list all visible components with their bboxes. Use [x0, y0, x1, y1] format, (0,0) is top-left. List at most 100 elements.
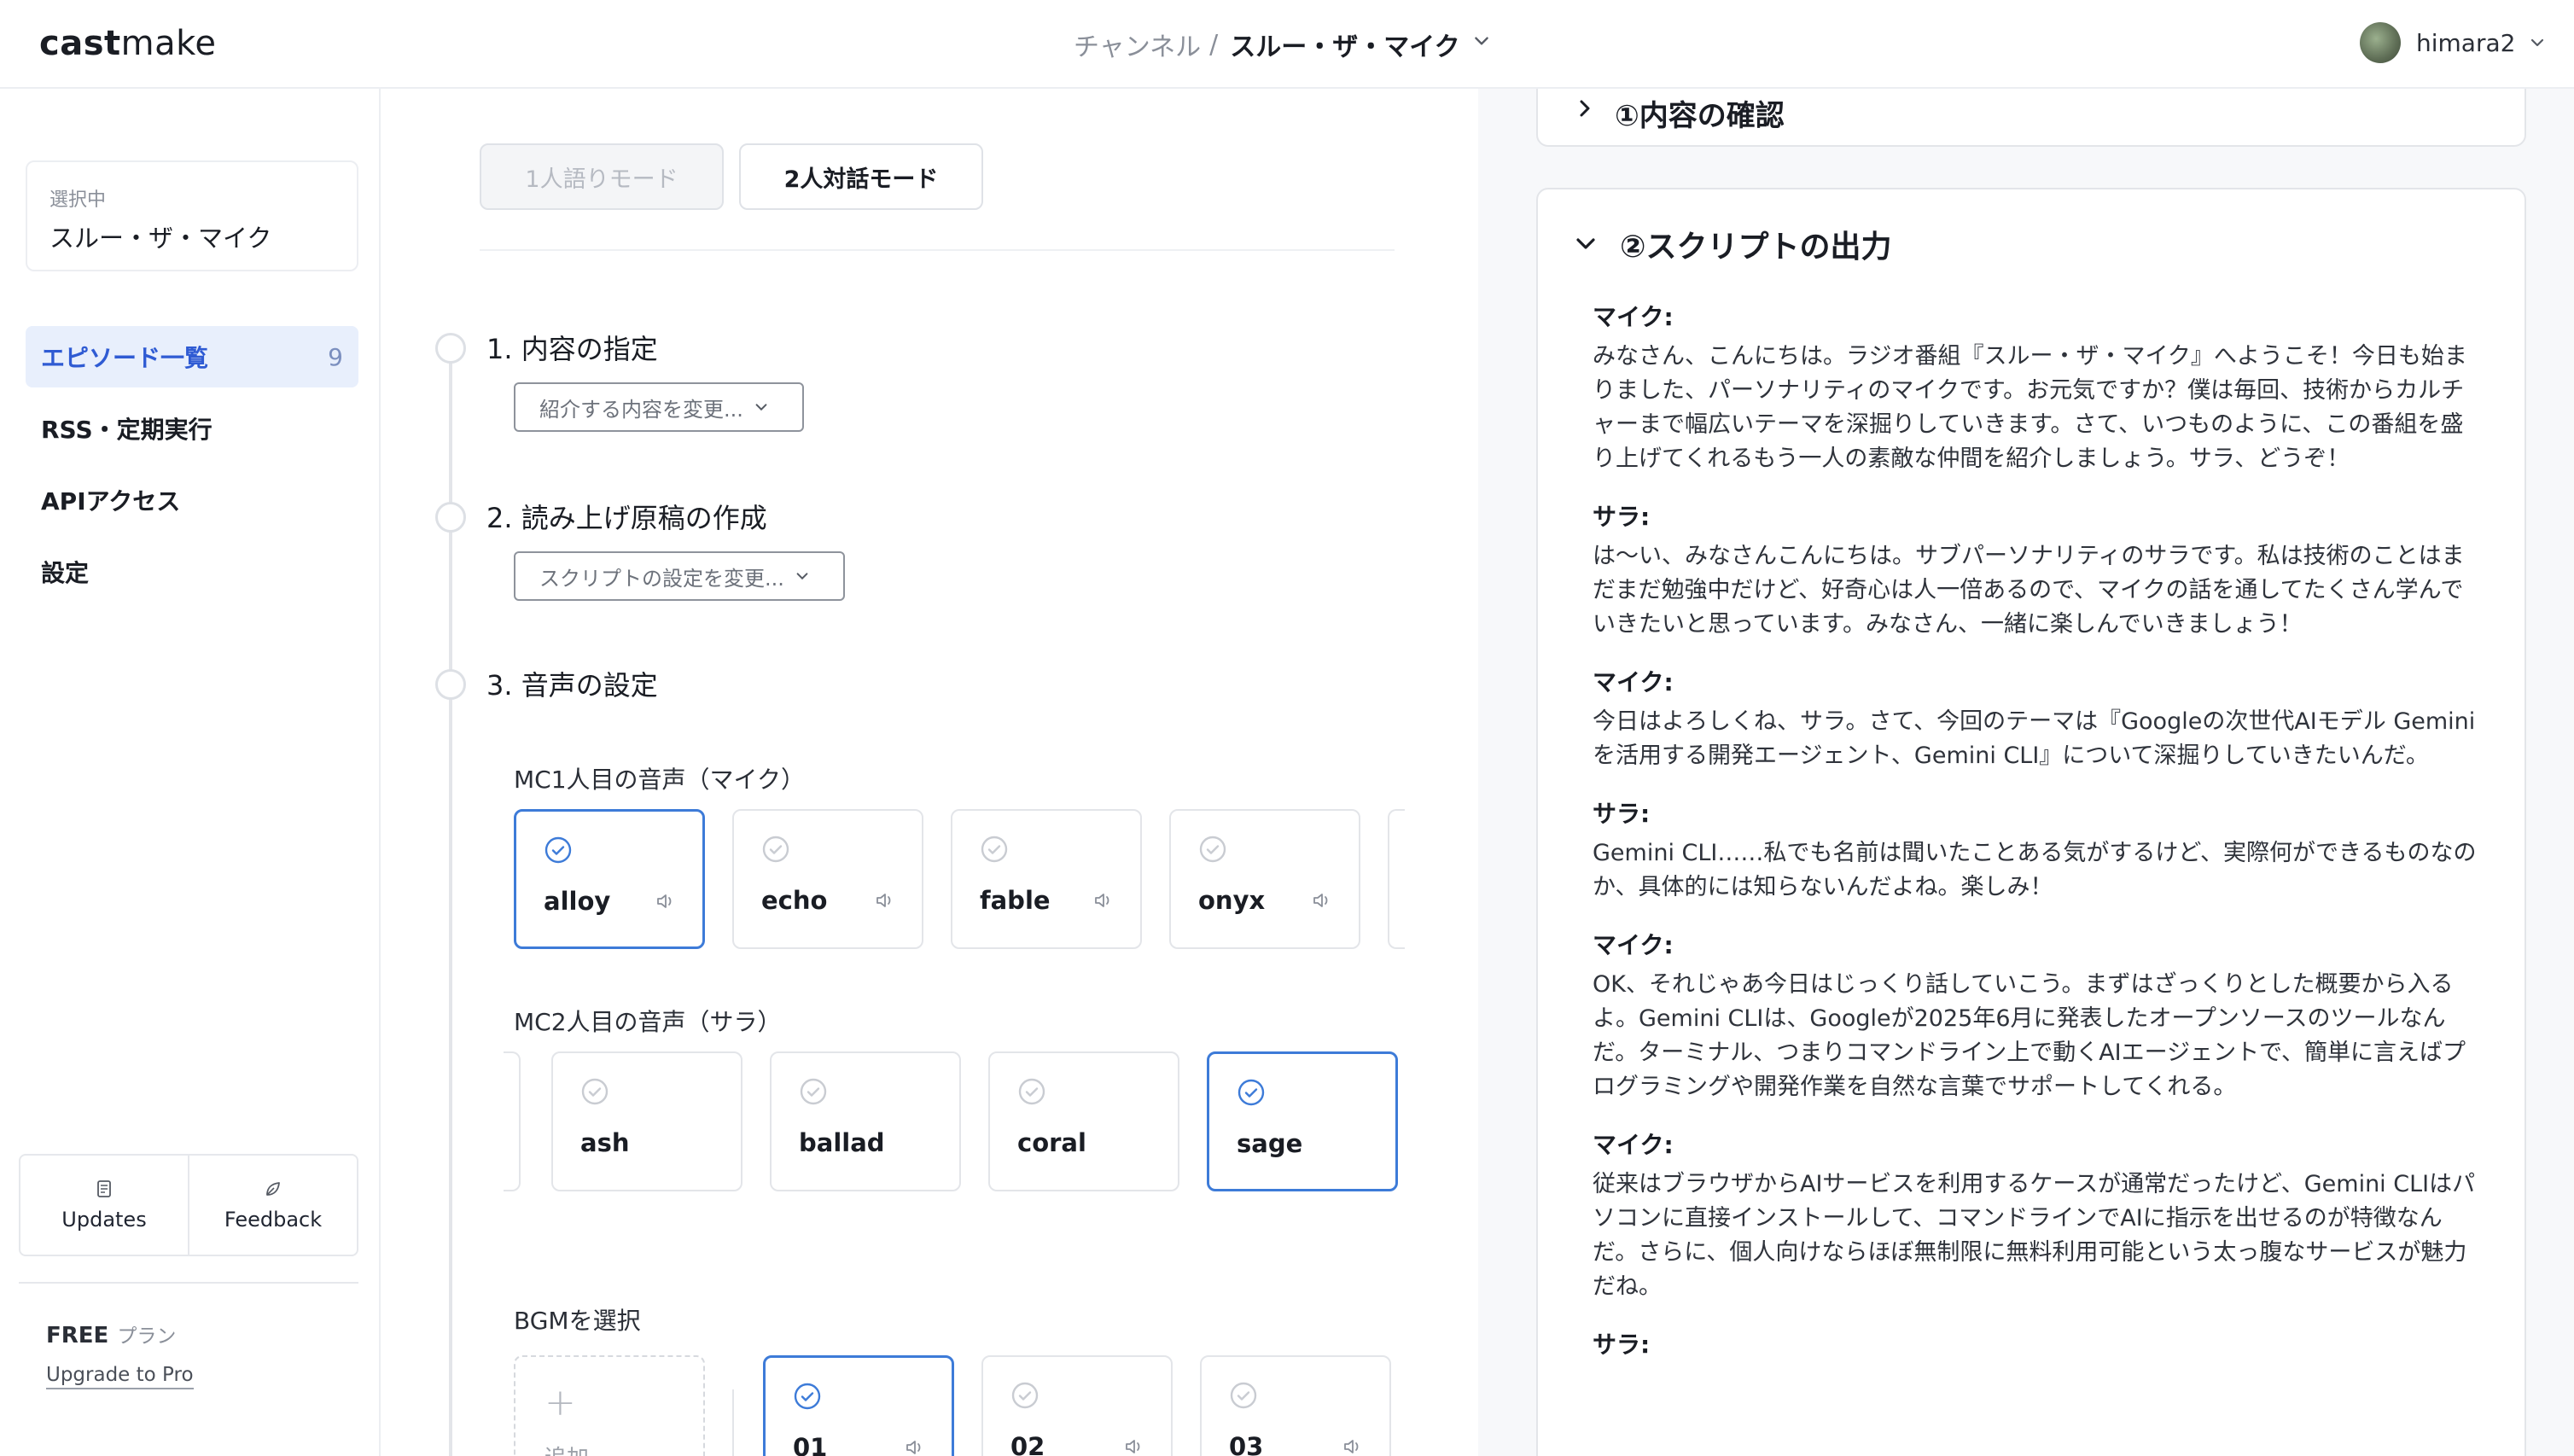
- speaker-icon[interactable]: [874, 889, 896, 911]
- script-line: サラ: Gemini CLI……私でも名前は聞いたことある気がするけど、実際何が…: [1593, 795, 2480, 905]
- avatar: [2360, 22, 2401, 63]
- voice-name: alloy: [544, 887, 611, 916]
- speaker-name: マイク:: [1593, 668, 1674, 696]
- script-output-title: ②スクリプトの出力: [1620, 230, 1892, 265]
- duo-mode-button[interactable]: 2人対話モード: [739, 143, 983, 210]
- voice-card-ballad[interactable]: ballad: [770, 1051, 961, 1191]
- bgm-add-button[interactable]: + 追加: [514, 1355, 705, 1456]
- voice-card-coral[interactable]: coral: [988, 1051, 1179, 1191]
- solo-mode-button[interactable]: 1人語りモード: [480, 143, 724, 210]
- chevron-right-icon[interactable]: [1574, 97, 1596, 119]
- sidebar-item-episodes[interactable]: エピソード一覧 9: [26, 326, 358, 387]
- bgm-add-label: 追加: [544, 1441, 589, 1456]
- content-select-dropdown[interactable]: 紹介する内容を変更...: [514, 382, 804, 432]
- voice-card-onyx[interactable]: onyx: [1169, 809, 1360, 949]
- speaker-icon[interactable]: [1123, 1436, 1145, 1456]
- speaker-icon[interactable]: [1092, 889, 1115, 911]
- speaker-icon[interactable]: [1342, 1436, 1364, 1456]
- sidebar-item-label: エピソード一覧: [41, 344, 209, 372]
- bgm-name: 02: [1010, 1432, 1045, 1456]
- utility-buttons: Updates Feedback: [19, 1154, 358, 1256]
- chevron-down-icon: [755, 404, 767, 411]
- voice-name: onyx: [1198, 886, 1266, 915]
- sidebar-item-settings[interactable]: 設定: [26, 541, 358, 603]
- script-output-card: ②スクリプトの出力 マイク: みなさん、こんにちは。ラジオ番組『スルー・ザ・マイ…: [1536, 188, 2526, 1456]
- breadcrumb-current-channel[interactable]: スルー・ザ・マイク: [1230, 26, 1459, 63]
- script-text: OK、それじゃあ今日はじっくり話していこう。まずはざっくりとした概要から入るよ。…: [1593, 971, 2466, 1100]
- breadcrumb-separator: /: [1209, 29, 1219, 60]
- voice-card-sage[interactable]: sage: [1207, 1051, 1398, 1191]
- dropdown-label: 紹介する内容を変更...: [539, 397, 743, 422]
- feedback-button[interactable]: Feedback: [188, 1156, 357, 1255]
- content-confirm-title: ①内容の確認: [1615, 99, 1785, 133]
- breadcrumb-channel[interactable]: チャンネル: [1074, 26, 1201, 63]
- chevron-down-icon[interactable]: [1572, 230, 1599, 258]
- content-confirm-card[interactable]: ①内容の確認: [1536, 89, 2526, 147]
- plan-name: FREE プラン: [46, 1319, 176, 1348]
- script-line: マイク: みなさん、こんにちは。ラジオ番組『スルー・ザ・マイク』へようこそ！今日…: [1593, 299, 2480, 476]
- mode-divider: [480, 249, 1395, 251]
- speaker-name: マイク:: [1593, 303, 1674, 331]
- selected-channel-box[interactable]: 選択中 スルー・ザ・マイク: [26, 160, 358, 271]
- plus-icon: +: [544, 1381, 576, 1424]
- check-circle-icon: [544, 836, 572, 864]
- step-3-indicator: [435, 669, 466, 700]
- check-circle-icon: [762, 836, 789, 863]
- logo-bold: cast: [39, 24, 121, 63]
- updates-button[interactable]: Updates: [20, 1156, 188, 1255]
- episode-count-badge: 9: [328, 342, 343, 371]
- check-circle-icon: [1199, 836, 1226, 863]
- chevron-down-icon[interactable]: [1472, 32, 1491, 50]
- sidebar-nav: エピソード一覧 9 RSS・定期実行 APIアクセス 設定: [26, 326, 358, 613]
- script-line: サラ:: [1593, 1326, 2480, 1359]
- voice-card-alloy[interactable]: alloy: [514, 809, 705, 949]
- script-text: 今日はよろしくね、サラ。さて、今回のテーマは『Googleの次世代AIモデル G…: [1593, 708, 2476, 769]
- script-text: Gemini CLI……私でも名前は聞いたことある気がするけど、実際何ができるも…: [1593, 840, 2477, 900]
- sidebar-divider: [19, 1282, 358, 1284]
- upgrade-link[interactable]: Upgrade to Pro: [46, 1364, 194, 1389]
- document-icon: [97, 1180, 111, 1197]
- step-1-title: 1. 内容の指定: [486, 333, 658, 365]
- speaker-icon[interactable]: [904, 1436, 926, 1456]
- chevron-down-icon: [2531, 38, 2544, 47]
- bgm-separator: [732, 1389, 734, 1456]
- voice-card-ash[interactable]: ash: [551, 1051, 742, 1191]
- feedback-label: Feedback: [224, 1208, 323, 1232]
- script-lines: マイク: みなさん、こんにちは。ラジオ番組『スルー・ザ・マイク』へようこそ！今日…: [1593, 299, 2480, 1377]
- speaker-name: サラ:: [1593, 1331, 1651, 1359]
- speaker-icon[interactable]: [655, 890, 677, 912]
- sidebar: 選択中 スルー・ザ・マイク エピソード一覧 9 RSS・定期実行 APIアクセス…: [0, 89, 381, 1456]
- bgm-card-01[interactable]: 01: [763, 1355, 954, 1456]
- voice-name: coral: [1017, 1128, 1086, 1157]
- script-settings-dropdown[interactable]: スクリプトの設定を変更...: [514, 551, 845, 601]
- check-circle-icon: [581, 1078, 609, 1105]
- speaker-name: サラ:: [1593, 503, 1651, 531]
- speaker-name: マイク:: [1593, 1131, 1674, 1159]
- speaker-name: サラ:: [1593, 800, 1651, 828]
- speaker-name: マイク:: [1593, 931, 1674, 959]
- username: himara2: [2416, 28, 2516, 57]
- script-text: は〜い、みなさんこんにちは。サブパーソナリティのサラです。私は技術のことはまだま…: [1593, 543, 2465, 638]
- sidebar-item-rss[interactable]: RSS・定期実行: [26, 398, 358, 459]
- voice-card-partial[interactable]: [504, 1051, 521, 1191]
- user-menu[interactable]: himara2: [2360, 22, 2546, 63]
- script-line: マイク: 従来はブラウザからAIサービスを利用するケースが通常だったけど、Gem…: [1593, 1127, 2480, 1304]
- leaf-icon: [266, 1182, 280, 1196]
- dropdown-label: スクリプトの設定を変更...: [539, 566, 784, 591]
- sidebar-item-api[interactable]: APIアクセス: [26, 469, 358, 531]
- check-circle-icon: [1230, 1382, 1257, 1409]
- bgm-card-02[interactable]: 02: [981, 1355, 1173, 1456]
- bgm-name: 01: [793, 1433, 828, 1456]
- top-header: castmake チャンネル / スルー・ザ・マイク himara2: [0, 0, 2574, 89]
- app-logo[interactable]: castmake: [39, 24, 216, 63]
- script-text: 従来はブラウザからAIサービスを利用するケースが通常だったけど、Gemini C…: [1593, 1171, 2476, 1300]
- step-2-indicator: [435, 502, 466, 533]
- voice-card-fable[interactable]: fable: [951, 809, 1142, 949]
- speaker-icon[interactable]: [1311, 889, 1333, 911]
- voice-name: ballad: [799, 1128, 885, 1157]
- voice-card-echo[interactable]: echo: [732, 809, 923, 949]
- voice-card-partial[interactable]: [1388, 809, 1405, 949]
- breadcrumb: チャンネル / スルー・ザ・マイク: [1074, 26, 1491, 63]
- bgm-card-03[interactable]: 03: [1200, 1355, 1391, 1456]
- step-2-title: 2. 読み上げ原稿の作成: [486, 502, 767, 534]
